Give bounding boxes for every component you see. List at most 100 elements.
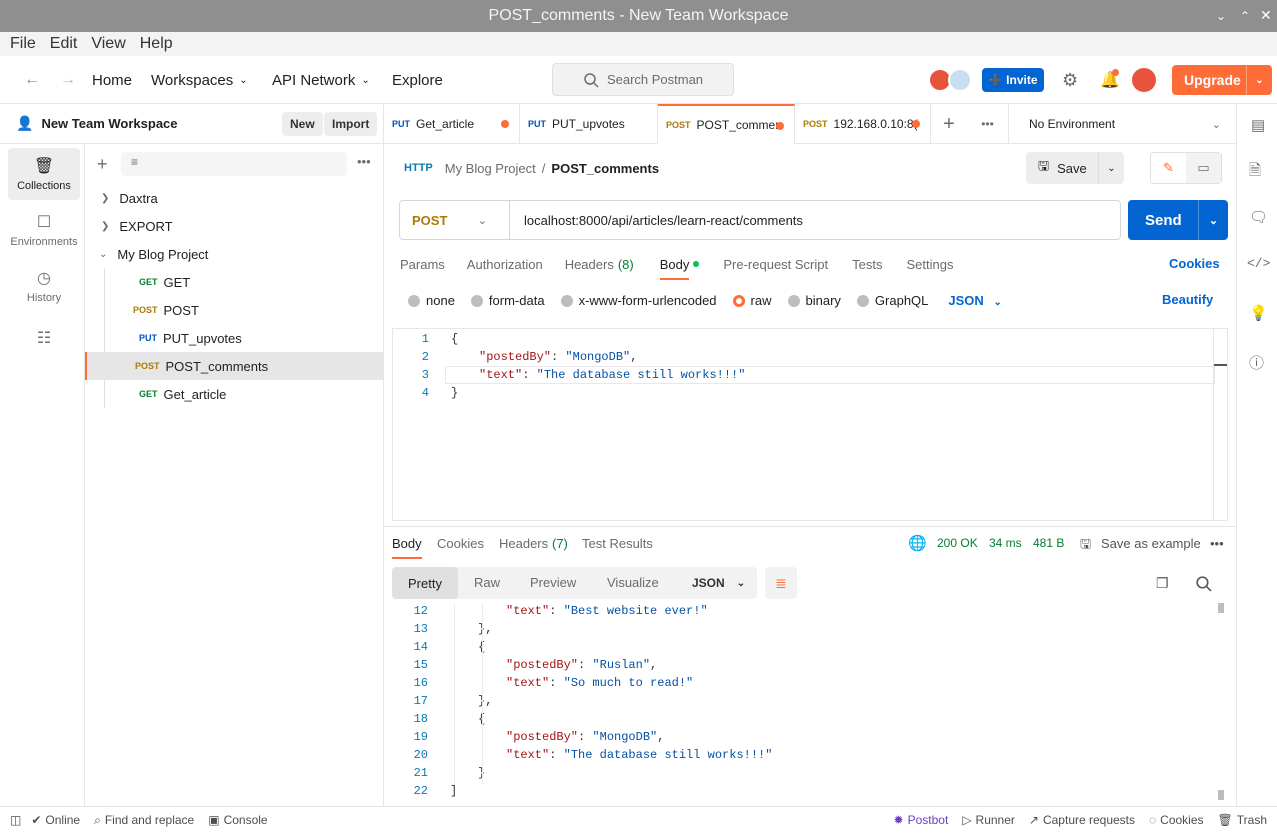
search-input[interactable]: Search Postman bbox=[552, 63, 734, 96]
body-type-raw[interactable]: raw bbox=[732, 293, 772, 308]
tab-authorization[interactable]: Authorization bbox=[467, 257, 543, 272]
tab-put-upvotes[interactable]: PUT PUT_upvotes bbox=[520, 104, 658, 144]
import-button[interactable]: Import bbox=[324, 112, 378, 136]
status-online[interactable]: ✔ Online bbox=[31, 813, 80, 827]
tree-request-get[interactable]: GET GET bbox=[85, 268, 383, 296]
runner-button[interactable]: ▷ Runner bbox=[962, 813, 1015, 827]
body-type-binary[interactable]: binary bbox=[787, 293, 841, 308]
avatar[interactable] bbox=[1132, 68, 1156, 92]
upgrade-button[interactable]: Upgrade ⌄ bbox=[1172, 65, 1272, 95]
body-type-form-data[interactable]: form-data bbox=[470, 293, 545, 308]
breadcrumb-parent[interactable]: My Blog Project bbox=[445, 161, 536, 176]
gear-icon[interactable]: ⚙ bbox=[1062, 70, 1078, 91]
body-type-graphql[interactable]: GraphQL bbox=[856, 293, 928, 308]
maximize-icon[interactable]: ⌃ bbox=[1240, 9, 1250, 23]
environment-select[interactable]: No Environment ⌄ bbox=[1009, 104, 1235, 144]
tab-body[interactable]: Body bbox=[659, 257, 690, 280]
save-button[interactable]: 🖫 Save ⌄ bbox=[1026, 152, 1124, 184]
rail-collections[interactable]: 🗑 Collections bbox=[8, 148, 80, 200]
add-icon[interactable]: + bbox=[97, 154, 108, 175]
tree-request-get-article[interactable]: GET Get_article bbox=[85, 380, 383, 408]
rail-environments[interactable]: ☐ Environments bbox=[8, 204, 80, 256]
new-button[interactable]: New bbox=[282, 112, 323, 136]
nav-workspaces[interactable]: Workspaces ⌄ bbox=[151, 56, 248, 104]
edit-icon[interactable]: ✎ bbox=[1151, 153, 1186, 183]
close-icon[interactable]: ✕ bbox=[1260, 7, 1272, 24]
team-avatars[interactable] bbox=[928, 68, 974, 94]
info-icon[interactable]: ⓘ bbox=[1249, 352, 1264, 373]
beautify-link[interactable]: Beautify bbox=[1162, 292, 1213, 307]
tab-settings[interactable]: Settings bbox=[906, 257, 953, 272]
method-select[interactable]: POST ⌄ bbox=[400, 201, 510, 239]
response-scrollbar-thumb[interactable] bbox=[1218, 603, 1224, 613]
tab-pre-request-script[interactable]: Pre-request Script bbox=[723, 257, 828, 272]
more-options-icon[interactable]: ••• bbox=[1210, 536, 1224, 551]
postbot-button[interactable]: ✹ Postbot bbox=[894, 813, 949, 827]
tree-item-my-blog-project[interactable]: ⌄ My Blog Project bbox=[85, 240, 383, 268]
menu-help[interactable]: Help bbox=[140, 35, 173, 53]
search-icon[interactable] bbox=[1195, 575, 1212, 592]
save-as-example-button[interactable]: Save as example bbox=[1101, 536, 1201, 551]
request-name[interactable]: POST_comments bbox=[551, 161, 659, 176]
cookies-link[interactable]: Cookies bbox=[1169, 256, 1220, 271]
view-visualize[interactable]: Visualize bbox=[607, 575, 659, 590]
trash-button[interactable]: 🗑 Trash bbox=[1218, 813, 1267, 827]
new-tab-icon[interactable]: + bbox=[931, 104, 967, 144]
view-preview[interactable]: Preview bbox=[530, 575, 576, 590]
toggle-sidebar-icon[interactable]: ◫ bbox=[10, 813, 21, 827]
forward-arrow-icon[interactable]: → bbox=[60, 56, 76, 104]
body-type-none[interactable]: none bbox=[408, 293, 455, 308]
body-format-select[interactable]: JSON ⌄ bbox=[948, 293, 1001, 308]
response-status[interactable]: 200 OK bbox=[937, 536, 978, 550]
request-body-editor[interactable]: 1 { 2 "postedBy": "MongoDB", 3 "text": "… bbox=[392, 328, 1228, 521]
resp-tab-cookies[interactable]: Cookies bbox=[437, 536, 484, 551]
back-arrow-icon[interactable]: ← bbox=[24, 56, 40, 104]
view-pretty[interactable]: Pretty bbox=[392, 567, 458, 599]
resp-tab-headers[interactable]: Headers bbox=[499, 536, 548, 551]
tab-192-168[interactable]: POST 192.168.0.10:8( bbox=[795, 104, 931, 144]
comment-icon[interactable]: ▭ bbox=[1186, 153, 1221, 183]
cookies-button[interactable]: ◌ Cookies bbox=[1149, 813, 1204, 827]
minimize-icon[interactable]: ⌄ bbox=[1216, 9, 1226, 23]
menu-view[interactable]: View bbox=[91, 35, 125, 53]
configure-apps-icon[interactable]: ☷ bbox=[8, 320, 80, 356]
response-format-select[interactable]: JSON ⌄ bbox=[681, 567, 757, 599]
chevron-down-icon[interactable]: ⌄ bbox=[1098, 152, 1124, 184]
send-button[interactable]: Send ⌄ bbox=[1128, 200, 1228, 240]
more-options-icon[interactable]: ••• bbox=[357, 154, 371, 169]
wrap-lines-icon[interactable]: ≣ bbox=[765, 567, 797, 599]
environment-quick-look-icon[interactable]: ▤ bbox=[1251, 116, 1265, 134]
filter-input[interactable]: ≡ bbox=[121, 152, 347, 176]
lightbulb-icon[interactable]: 💡 bbox=[1249, 304, 1268, 322]
view-raw[interactable]: Raw bbox=[474, 575, 500, 590]
nav-explore[interactable]: Explore bbox=[392, 56, 443, 104]
rail-history[interactable]: ◷ History bbox=[8, 260, 80, 312]
tab-get-article[interactable]: PUT Get_article bbox=[384, 104, 520, 144]
resp-tab-body[interactable]: Body bbox=[392, 536, 422, 559]
resp-tab-test-results[interactable]: Test Results bbox=[582, 536, 653, 551]
response-body-viewer[interactable]: 12"text": "Best website ever!"13},14{15"… bbox=[392, 603, 1228, 803]
code-icon[interactable]: </> bbox=[1247, 256, 1270, 271]
tab-overflow-icon[interactable]: ••• bbox=[967, 104, 1009, 144]
invite-button[interactable]: ➕ Invite bbox=[982, 68, 1044, 92]
comments-icon[interactable]: 🗨 bbox=[1249, 208, 1268, 226]
console-button[interactable]: ▣ Console bbox=[208, 813, 267, 827]
menu-file[interactable]: File bbox=[10, 35, 36, 53]
capture-requests-button[interactable]: ↗ Capture requests bbox=[1029, 813, 1135, 827]
tree-item-daxtra[interactable]: ❯ Daxtra bbox=[85, 184, 383, 212]
response-time[interactable]: 34 ms bbox=[989, 536, 1022, 550]
nav-api-network[interactable]: API Network ⌄ bbox=[272, 56, 370, 104]
find-replace-button[interactable]: ⌕ Find and replace bbox=[94, 813, 194, 828]
editor-scrollbar-thumb[interactable] bbox=[1214, 364, 1227, 366]
tab-headers[interactable]: Headers bbox=[565, 257, 614, 272]
tree-item-export[interactable]: ❯ EXPORT bbox=[85, 212, 383, 240]
response-size[interactable]: 481 B bbox=[1033, 536, 1064, 550]
response-scrollbar-thumb[interactable] bbox=[1218, 790, 1224, 800]
url-input[interactable]: localhost:8000/api/articles/learn-react/… bbox=[524, 213, 803, 228]
tab-post-comments[interactable]: POST POST_commer bbox=[658, 104, 795, 144]
nav-home[interactable]: Home bbox=[92, 56, 132, 104]
body-type-urlencoded[interactable]: x-www-form-urlencoded bbox=[560, 293, 717, 308]
documentation-icon[interactable]: 🗎 bbox=[1249, 160, 1261, 185]
tree-request-post-comments[interactable]: POST POST_comments bbox=[85, 352, 383, 380]
menu-edit[interactable]: Edit bbox=[50, 35, 78, 53]
